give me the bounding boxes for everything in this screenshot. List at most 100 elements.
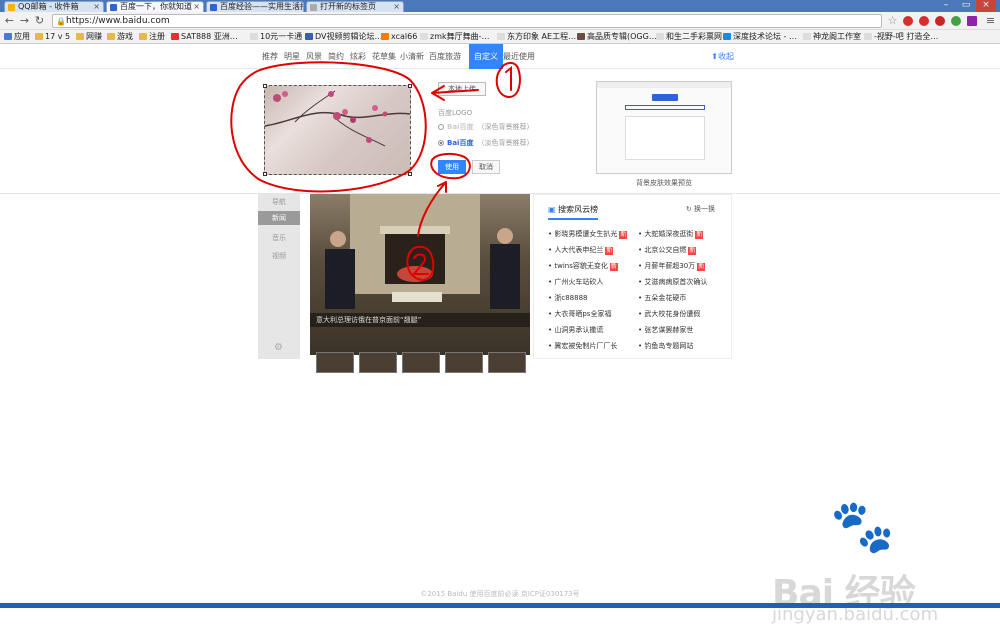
nav-item[interactable]: 视频 xyxy=(258,251,300,261)
news-thumbnail[interactable] xyxy=(488,352,526,373)
hot-title-text: 搜索风云榜 xyxy=(558,205,599,214)
skin-tab[interactable]: 风景 xyxy=(306,51,322,62)
bookmark-item[interactable]: 神龙阁工作室 xyxy=(803,31,861,43)
bookmark-item[interactable]: 东方印象 AE工程… xyxy=(497,31,576,43)
skin-tab[interactable]: 百度旅游 xyxy=(429,51,461,62)
hot-search-item[interactable]: • 五朵金花硬币 xyxy=(638,293,686,303)
hot-search-item[interactable]: • 武大校花身份遭假 xyxy=(638,309,700,319)
bookmark-item[interactable]: 深度技术论坛 - … xyxy=(723,31,797,43)
bookmark-item[interactable]: SAT888 亚洲… xyxy=(171,31,238,43)
menu-icon[interactable]: ≡ xyxy=(984,14,997,27)
bookmark-item[interactable]: xcal66 xyxy=(381,31,417,43)
logo-option-light[interactable]: Bai百度 （淡色背景推荐） xyxy=(438,137,533,149)
minimize-button[interactable]: – xyxy=(936,0,956,12)
star-icon[interactable]: ☆ xyxy=(886,14,899,27)
bookmark-label: 深度技术论坛 - … xyxy=(733,32,797,41)
forward-arrow-icon[interactable]: → xyxy=(18,14,31,27)
skin-tab[interactable]: 最近使用 xyxy=(503,51,535,62)
close-icon[interactable]: × xyxy=(293,2,300,12)
resize-handle[interactable] xyxy=(263,84,267,88)
close-window-button[interactable]: × xyxy=(976,0,996,12)
skin-tab[interactable]: 花草集 xyxy=(372,51,396,62)
news-thumbnail[interactable] xyxy=(316,352,354,373)
hot-search-item[interactable]: • 钓鱼岛专题网站 xyxy=(638,341,693,351)
folder-icon xyxy=(76,33,84,40)
radio-button-checked[interactable] xyxy=(438,140,444,146)
local-upload-button[interactable]: 本地上传 xyxy=(438,82,486,96)
bookmark-item[interactable]: zmk舞厅舞曲-… xyxy=(420,31,490,43)
hot-search-item[interactable]: • 北京公交自燃新 xyxy=(638,245,697,255)
skin-tab-custom[interactable]: 自定义 xyxy=(469,44,503,69)
extension-icon[interactable] xyxy=(935,16,945,26)
address-bar[interactable]: 🔒 https://www.baidu.com xyxy=(52,14,882,28)
hot-search-item[interactable]: • 大衣哥晒ps全家福 xyxy=(548,309,611,319)
tab-baidu-jingyan[interactable]: 百度经验——实用生活指南× xyxy=(206,1,304,12)
skin-tab[interactable]: 明星 xyxy=(284,51,300,62)
reload-icon[interactable]: ↻ xyxy=(33,14,46,27)
use-button[interactable]: 使用 xyxy=(438,160,466,174)
tab-qq-mail[interactable]: QQ邮箱 - 收件箱 × xyxy=(4,1,104,12)
resize-handle[interactable] xyxy=(408,172,412,176)
skin-tab[interactable]: 炫彩 xyxy=(350,51,366,62)
hot-search-item[interactable]: • 山洞男承认撒谎 xyxy=(548,325,603,335)
bookmark-item[interactable]: 17 v 5 xyxy=(35,31,70,43)
bookmark-item[interactable]: DV视频剪辑论坛… xyxy=(305,31,383,43)
adblock-icon[interactable] xyxy=(903,16,913,26)
browser-toolbar: ← → ↻ 🔒 https://www.baidu.com ☆ ≡ xyxy=(0,12,1000,30)
hot-search-item[interactable]: • 冀宏被免制片厂厂长 xyxy=(548,341,617,351)
tab-new-tab[interactable]: 打开新的标签页 × xyxy=(306,1,404,12)
skin-tab[interactable]: 简约 xyxy=(328,51,344,62)
bookmark-label: 17 v 5 xyxy=(45,32,71,41)
bookmark-item[interactable]: 和生二手彩票网 xyxy=(656,31,722,43)
bookmark-item[interactable]: -视野-吧 打造全… xyxy=(864,31,938,43)
hot-search-item[interactable]: • 广州火车站砍人 xyxy=(548,277,603,287)
gear-icon[interactable]: ⚙ xyxy=(274,342,283,353)
collapse-link[interactable]: ⬆收起 xyxy=(711,51,734,62)
adblock-plus-icon[interactable] xyxy=(919,16,929,26)
hot-search-item[interactable]: • 大蛇婚深夜逛街新 xyxy=(638,229,704,239)
news-caption[interactable]: 意大利总理访俄在普京面前“翘腿” xyxy=(310,313,530,327)
hot-search-item[interactable]: • 人大代表申纪兰新 xyxy=(548,245,614,255)
close-icon[interactable]: × xyxy=(93,2,100,12)
nav-item[interactable]: 导航 xyxy=(258,197,300,207)
hot-search-item[interactable]: • 月薪年薪超30万新 xyxy=(638,261,706,271)
resize-handle[interactable] xyxy=(408,84,412,88)
tab-baidu[interactable]: 百度一下，你就知道 × xyxy=(106,1,204,12)
nav-item-news[interactable]: 新闻 xyxy=(258,211,300,225)
skin-tab[interactable]: 小清新 xyxy=(400,51,424,62)
news-thumbnail[interactable] xyxy=(402,352,440,373)
bookmark-item[interactable]: 注册 xyxy=(139,31,165,43)
back-arrow-icon[interactable]: ← xyxy=(3,14,16,27)
bookmark-item[interactable]: 高品质专辑(OGG… xyxy=(577,31,657,43)
bookmark-item[interactable]: 游戏 xyxy=(107,31,133,43)
hot-item-text: • 大衣哥晒ps全家福 xyxy=(548,310,612,318)
hot-search-item[interactable]: • 艾滋病病原首次确认 xyxy=(638,277,707,287)
radio-button[interactable] xyxy=(438,124,444,130)
logo-option-dark[interactable]: Bai百度 （深色背景推荐） xyxy=(438,121,533,133)
site-icon xyxy=(723,33,731,40)
resize-handle[interactable] xyxy=(263,172,267,176)
news-thumbnail[interactable] xyxy=(359,352,397,373)
extension-icon[interactable] xyxy=(951,16,961,26)
custom-background-preview[interactable] xyxy=(263,84,412,176)
bookmark-item[interactable]: 网赚 xyxy=(76,31,102,43)
skin-tab[interactable]: 推荐 xyxy=(262,51,278,62)
hot-search-item[interactable]: • 张艺谋罢赫家世 xyxy=(638,325,693,335)
hot-search-item[interactable]: • 影晓男模遭女生扒光新 xyxy=(548,229,628,239)
bookmark-item[interactable]: 10元一卡通 xyxy=(250,31,302,43)
refresh-button[interactable]: ↻ 换一换 xyxy=(686,204,715,214)
hot-item-text: • 月薪年薪超30万 xyxy=(638,262,696,270)
cancel-button[interactable]: 取消 xyxy=(472,160,500,174)
extension-icon[interactable] xyxy=(967,16,977,26)
logo-hint: （淡色背景推荐） xyxy=(477,139,534,147)
os-taskbar xyxy=(0,603,1000,608)
news-thumbnail[interactable] xyxy=(445,352,483,373)
close-icon[interactable]: × xyxy=(393,2,400,12)
hot-search-item[interactable]: • twins容貌无变化新 xyxy=(548,261,618,271)
bookmark-item[interactable]: 应用 xyxy=(4,31,30,43)
news-photo[interactable]: 意大利总理访俄在普京面前“翘腿” xyxy=(310,194,530,373)
hot-search-item[interactable]: • 浙c88888 xyxy=(548,293,587,303)
close-icon[interactable]: × xyxy=(193,2,200,12)
nav-item[interactable]: 音乐 xyxy=(258,233,300,243)
maximize-button[interactable]: ▭ xyxy=(956,0,976,12)
